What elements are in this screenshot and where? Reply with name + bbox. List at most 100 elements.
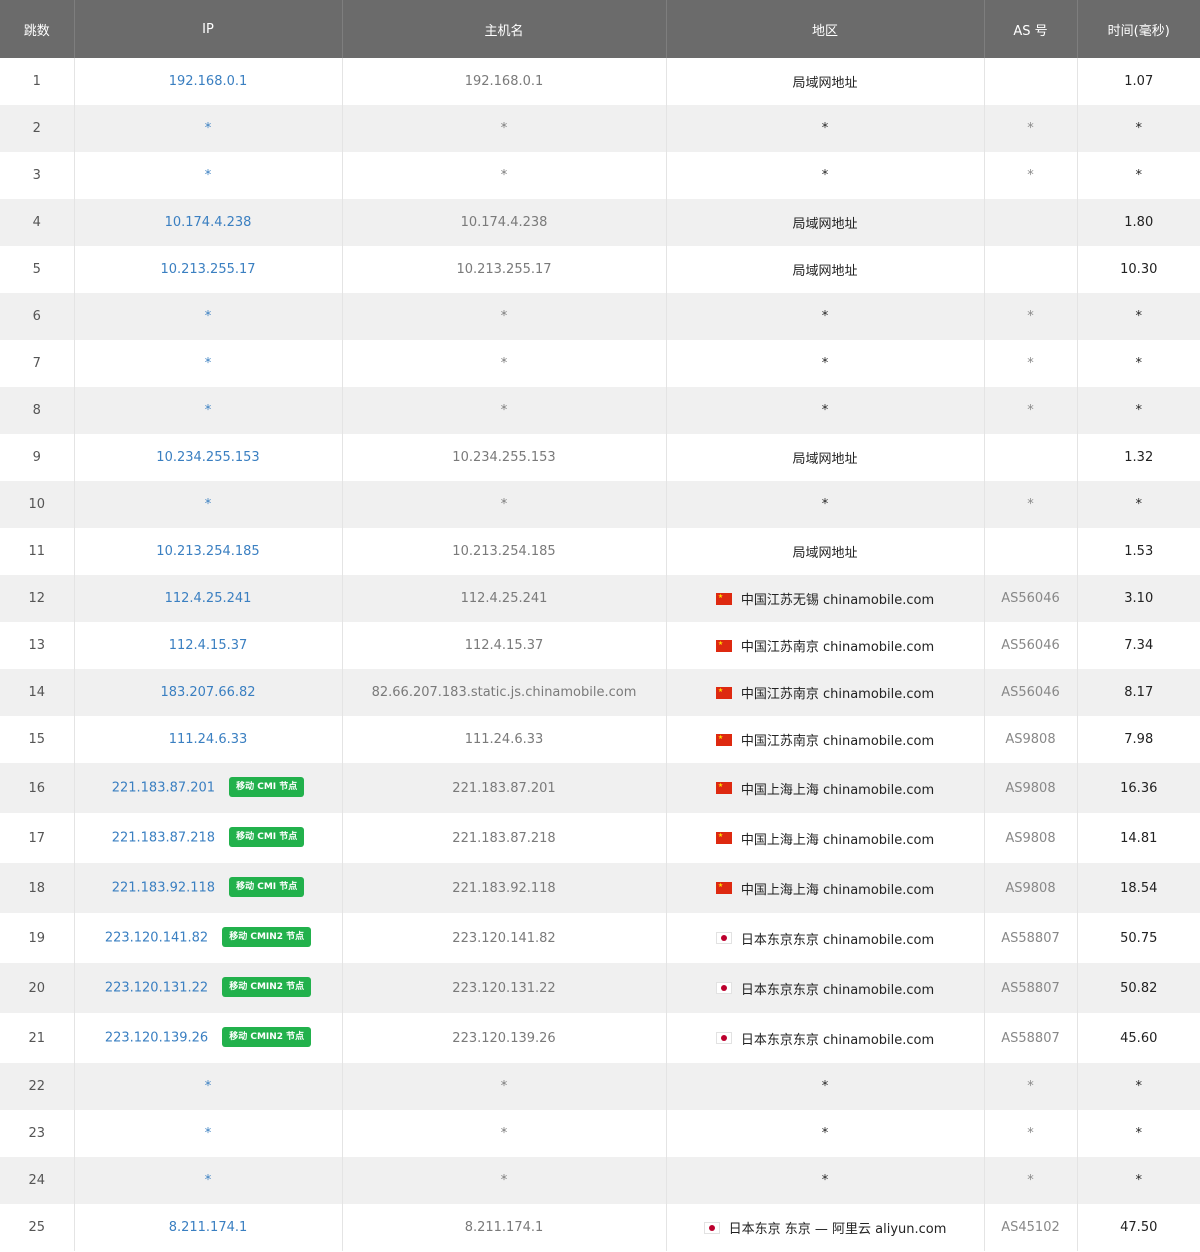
ip-cell: * (73, 340, 342, 387)
hostname-cell: 10.213.255.17 (341, 246, 666, 293)
hop-cell: 18 (28, 880, 46, 896)
table-row: 10 * * * * * (0, 481, 1200, 528)
ip-cell: 10.213.255.17 (73, 246, 342, 293)
region-cell: 日本东京 东京 — 阿里云 aliyun.com (665, 1204, 984, 1251)
ip-link[interactable]: 183.207.66.82 (160, 685, 255, 700)
ip-link[interactable]: * (205, 1079, 212, 1094)
latency-cell: 1.07 (1076, 58, 1200, 105)
ip-link[interactable]: 112.4.15.37 (169, 638, 248, 653)
ip-link[interactable]: * (205, 168, 212, 183)
hop-cell: 25 (28, 1220, 46, 1235)
ip-link[interactable]: 111.24.6.33 (169, 732, 248, 747)
ip-link[interactable]: 10.234.255.153 (156, 450, 259, 465)
region-cell: 中国江苏无锡 chinamobile.com (665, 575, 984, 622)
region-text: * (821, 1173, 829, 1188)
as-number-cell: * (983, 1063, 1077, 1110)
table-row: 18 221.183.92.118 移动 CMI 节点 221.183.92.118 中… (0, 863, 1200, 913)
ip-cell: * (73, 293, 342, 340)
table-row: 23 * * * * * (0, 1110, 1200, 1157)
hop-cell: 2 (32, 121, 41, 136)
latency-cell: 50.75 (1076, 913, 1200, 963)
ip-link[interactable]: * (205, 121, 212, 136)
as-number-cell: AS9808 (983, 716, 1077, 763)
ip-link[interactable]: 223.120.141.82 (105, 931, 208, 946)
china-flag-icon (715, 733, 732, 746)
ip-cell: 221.183.87.201 移动 CMI 节点 (73, 763, 342, 813)
ip-cell: * (73, 1110, 342, 1157)
ip-cell: 10.234.255.153 (73, 434, 342, 481)
hostname-cell: 223.120.141.82 (341, 913, 666, 963)
node-tag-badge: 移动 CMIN2 节点 (222, 1027, 312, 1047)
ip-link[interactable]: 221.183.92.118 (112, 881, 215, 896)
region-text: 日本东京 东京 — 阿里云 aliyun.com (728, 1222, 947, 1237)
ip-link[interactable]: * (205, 1126, 212, 1141)
as-number-cell: AS45102 (983, 1204, 1077, 1251)
region-cell: * (665, 293, 984, 340)
hostname-cell: 112.4.15.37 (341, 622, 666, 669)
as-number-cell (983, 199, 1077, 246)
table-row: 25 8.211.174.1 8.211.174.1 日本东京 东京 — 阿里云 al… (0, 1204, 1200, 1251)
region-cell: * (665, 105, 984, 152)
china-flag-icon (715, 782, 732, 794)
hostname-cell: 82.66.207.183.static.js.chinamobile.com (341, 669, 666, 716)
hop-cell: 9 (32, 450, 41, 465)
ip-link[interactable]: 10.213.255.17 (160, 262, 255, 277)
ip-cell: 10.174.4.238 (73, 199, 342, 246)
hop-cell: 5 (32, 262, 41, 277)
hostname-cell: 112.4.25.241 (341, 575, 666, 622)
table-header: 跳数 IP 主机名 地区 AS 号 时间(毫秒) (0, 0, 1200, 58)
japan-flag-icon (715, 932, 732, 944)
column-header-ip: IP (73, 0, 342, 58)
column-header-as: AS 号 (983, 0, 1077, 58)
table-row: 7 * * * * * (0, 340, 1200, 387)
ip-link[interactable]: 192.168.0.1 (169, 74, 248, 89)
region-text: 局域网地址 (792, 217, 858, 232)
region-cell: 中国上海上海 chinamobile.com (665, 813, 984, 863)
ip-link[interactable]: * (205, 403, 212, 418)
ip-cell: * (73, 105, 342, 152)
ip-link[interactable]: * (205, 497, 212, 512)
region-cell: 局域网地址 (665, 58, 984, 105)
traceroute-table: 跳数 IP 主机名 地区 AS 号 时间(毫秒) 1 192.168.0.1 192… (0, 0, 1200, 1251)
ip-link[interactable]: 221.183.87.218 (112, 831, 215, 846)
hop-cell: 4 (32, 215, 41, 230)
region-text: * (821, 1079, 829, 1094)
ip-link[interactable]: 10.174.4.238 (165, 215, 252, 230)
table-row: 4 10.174.4.238 10.174.4.238 局域网地址 1.80 (0, 199, 1200, 246)
region-text: 中国上海上海 chinamobile.com (740, 832, 935, 848)
region-cell: * (665, 1063, 984, 1110)
ip-link[interactable]: * (205, 1173, 212, 1188)
node-tag-badge: 移动 CMI 节点 (229, 777, 305, 797)
region-cell: 日本东京东京 chinamobile.com (665, 1013, 984, 1063)
latency-cell: 45.60 (1076, 1013, 1200, 1063)
region-cell: 日本东京东京 chinamobile.com (665, 913, 984, 963)
region-cell: 局域网地址 (665, 434, 984, 481)
ip-link[interactable]: 10.213.254.185 (156, 544, 259, 559)
ip-link[interactable]: 221.183.87.201 (112, 781, 215, 796)
region-cell: 局域网地址 (665, 528, 984, 575)
region-text: 局域网地址 (792, 264, 858, 279)
table-row: 22 * * * * * (0, 1063, 1200, 1110)
hop-cell: 1 (32, 74, 41, 89)
ip-link[interactable]: 223.120.131.22 (105, 981, 208, 996)
region-text: * (821, 1126, 829, 1141)
hop-cell: 3 (32, 168, 41, 183)
table-row: 24 * * * * * (0, 1157, 1200, 1204)
ip-link[interactable]: 223.120.139.26 (105, 1031, 208, 1046)
latency-cell: 7.98 (1076, 716, 1200, 763)
as-number-cell: AS9808 (983, 863, 1077, 913)
latency-cell: * (1076, 1110, 1200, 1157)
as-number-cell: * (983, 293, 1077, 340)
ip-link[interactable]: 112.4.25.241 (165, 591, 252, 606)
region-text: * (821, 121, 829, 136)
ip-link[interactable]: * (205, 356, 212, 371)
as-number-cell: AS56046 (983, 669, 1077, 716)
as-number-cell: * (983, 481, 1077, 528)
region-text: 局域网地址 (792, 452, 858, 467)
latency-cell: * (1076, 481, 1200, 528)
ip-cell: 192.168.0.1 (73, 58, 342, 105)
ip-link[interactable]: 8.211.174.1 (169, 1220, 248, 1235)
latency-cell: * (1076, 152, 1200, 199)
table-row: 6 * * * * * (0, 293, 1200, 340)
ip-link[interactable]: * (205, 309, 212, 324)
